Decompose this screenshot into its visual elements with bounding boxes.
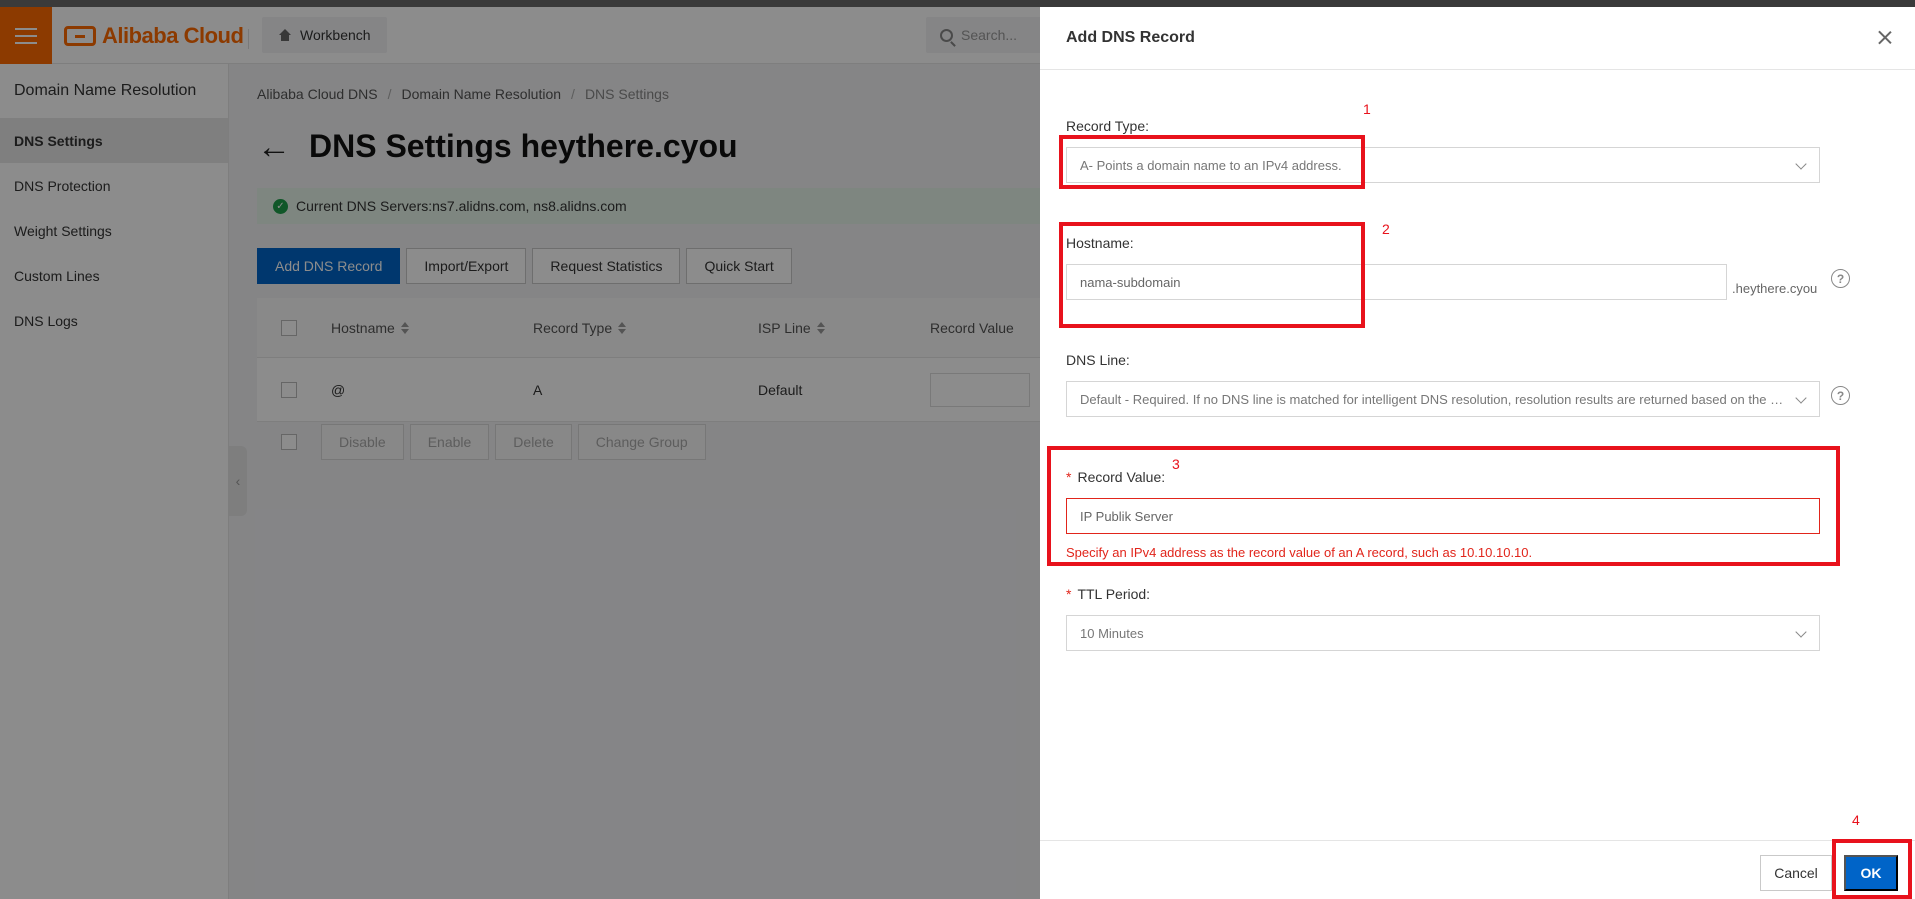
hostname-label: Hostname: [1066,235,1134,251]
record-value-input[interactable]: IP Publik Server [1066,498,1820,534]
hostname-help-icon[interactable]: ? [1831,269,1850,288]
hostname-suffix: .heythere.cyou [1732,281,1818,296]
record-value-error: Specify an IPv4 address as the record va… [1066,545,1533,560]
ok-button[interactable]: OK [1844,855,1898,891]
annotation-number-4: 4 [1852,812,1860,828]
dns-line-label: DNS Line: [1066,352,1130,368]
required-mark: * [1066,586,1072,602]
drawer-title: Add DNS Record [1066,29,1195,46]
record-value-label-text: Record Value: [1077,469,1166,485]
record-type-select[interactable]: A- Points a domain name to an IPv4 addre… [1066,147,1820,183]
chevron-down-icon [1795,392,1807,404]
ttl-label-text: TTL Period: [1077,586,1151,602]
dns-line-value: Default - Required. If no DNS line is ma… [1080,391,1790,407]
record-type-value: A- Points a domain name to an IPv4 addre… [1080,157,1342,173]
top-strip [0,0,1915,7]
add-dns-record-drawer: Add DNS Record Record Type: A- Points a … [1040,7,1915,899]
ttl-value: 10 Minutes [1080,625,1144,641]
required-mark: * [1066,469,1072,485]
record-value-label: * Record Value: [1066,469,1165,485]
chevron-down-icon [1795,158,1807,170]
dns-line-help-icon[interactable]: ? [1831,386,1850,405]
close-icon[interactable] [1877,29,1893,45]
ttl-select[interactable]: 10 Minutes [1066,615,1820,651]
hostname-input[interactable]: nama-subdomain [1066,264,1727,300]
dns-line-select[interactable]: Default - Required. If no DNS line is ma… [1066,381,1820,417]
drawer-header: Add DNS Record [1040,7,1915,70]
modal-overlay[interactable] [0,7,1040,899]
annotation-number-2: 2 [1382,221,1390,237]
drawer-footer: Cancel OK [1040,840,1915,899]
chevron-down-icon [1795,626,1807,638]
cancel-button[interactable]: Cancel [1760,855,1832,891]
annotation-number-1: 1 [1363,101,1371,117]
record-type-label: Record Type: [1066,118,1150,134]
annotation-number-3: 3 [1172,456,1180,472]
ttl-label: * TTL Period: [1066,586,1150,602]
